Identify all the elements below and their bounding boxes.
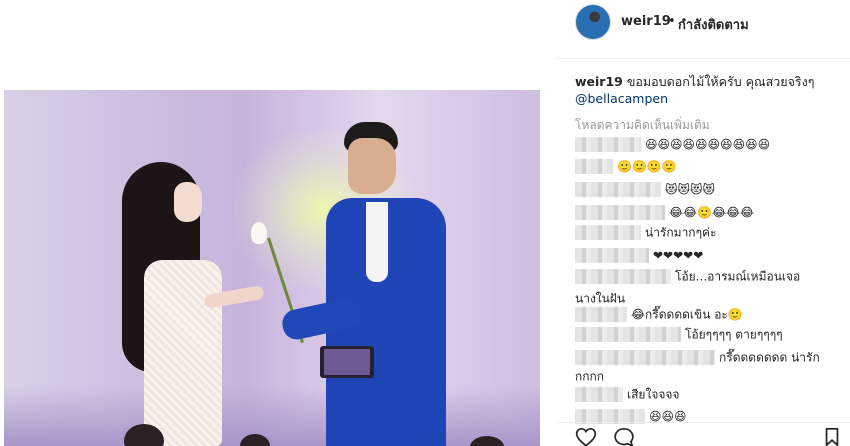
white-rose — [251, 222, 267, 244]
following-button[interactable]: กำลังติดตาม — [678, 14, 749, 35]
comment-text: น่ารักมากๆค่ะ — [645, 225, 717, 240]
blurred-username — [575, 269, 671, 284]
comment-item: 😻😻😻😻 — [575, 181, 715, 198]
man-shirt — [366, 202, 388, 282]
comment-item: 😆😆😆😆😆😆😆😆😆😆 — [575, 136, 770, 153]
stage-floor — [4, 386, 540, 446]
heart-icon[interactable] — [575, 427, 597, 446]
comment-text: นางในฝัน — [575, 291, 626, 306]
comment-text: 🙂🙂🙂🙂 — [617, 159, 677, 174]
woman-face — [174, 182, 202, 222]
blurred-username — [575, 307, 627, 322]
comment-text: ❤❤❤❤❤ — [653, 248, 704, 263]
comment-text: 😻😻😻😻 — [665, 182, 716, 197]
blurred-username — [575, 350, 715, 365]
blurred-username — [575, 225, 641, 240]
bookmark-icon[interactable] — [823, 427, 845, 446]
caption-text: ขอมอบดอกไม้ให้ครับ คุณสวยจริงๆ — [626, 74, 815, 89]
caption-mention[interactable]: @bellacampen — [575, 90, 845, 107]
man-face — [348, 138, 396, 194]
post-photo-pane — [0, 0, 557, 446]
comment-item: กรี๊ดดดดดดด น่ารัก — [575, 349, 820, 366]
blurred-username — [575, 137, 641, 152]
blurred-username — [575, 182, 661, 197]
avatar[interactable] — [575, 4, 611, 40]
comment-text: เสียใจจจจ — [627, 387, 680, 402]
post-caption: weir19 ขอมอบดอกไม้ให้ครับ คุณสวยจริงๆ @be… — [575, 73, 845, 107]
audience-phone-screen — [324, 349, 370, 375]
comment-item: 😂😂🙂😂😂😂 — [575, 204, 754, 221]
load-more-comments-link[interactable]: โหลดความคิดเห็นเพิ่มเติม — [575, 116, 710, 135]
comment-text: กรี๊ดดดดดดด น่ารัก — [719, 350, 820, 365]
blurred-username — [575, 248, 649, 263]
comment-item: โอ้ย...อารมณ์เหมือนเจอ — [575, 268, 800, 285]
header-username[interactable]: weir19 — [621, 14, 671, 29]
comment-item: โอ้ยๆๆๆๆ ตายๆๆๆๆ — [575, 326, 783, 343]
blurred-username — [575, 327, 681, 342]
comment-text: กกกก — [575, 369, 605, 384]
comment-item: เสียใจจจจ — [575, 386, 679, 403]
comment-icon[interactable] — [613, 427, 635, 446]
comment-item-continued: นางในฝัน — [575, 290, 625, 307]
header-separator: • — [668, 14, 676, 29]
comment-text: โอ้ยๆๆๆๆ ตายๆๆๆๆ — [685, 327, 783, 342]
blurred-username — [575, 159, 613, 174]
post-header: weir19 • กำลังติดตาม — [557, 0, 850, 50]
comment-text: 😆😆😆😆😆😆😆😆😆😆 — [645, 137, 771, 152]
comment-text: โอ้ย...อารมณ์เหมือนเจอ — [675, 269, 801, 284]
comments-pane: weir19 • กำลังติดตาม weir19 ขอมอบดอกไม้ให… — [557, 0, 850, 446]
blurred-username — [575, 205, 665, 220]
header-divider — [557, 58, 850, 59]
post-action-bar — [557, 422, 850, 446]
comment-item-continued: กกกก — [575, 368, 604, 385]
comment-item: น่ารักมากๆค่ะ — [575, 224, 716, 241]
woman-dress — [144, 260, 222, 446]
comment-text: 😂กรี๊ดดดดเขิน อะ🙂 — [631, 307, 743, 322]
comment-item: 🙂🙂🙂🙂 — [575, 158, 677, 175]
comment-item: ❤❤❤❤❤ — [575, 247, 703, 264]
comment-item: 😂กรี๊ดดดดเขิน อะ🙂 — [575, 306, 743, 323]
comment-text: 😂😂🙂😂😂😂 — [669, 205, 755, 220]
caption-username[interactable]: weir19 — [575, 74, 623, 89]
blurred-username — [575, 387, 623, 402]
post-photo[interactable] — [4, 90, 540, 446]
